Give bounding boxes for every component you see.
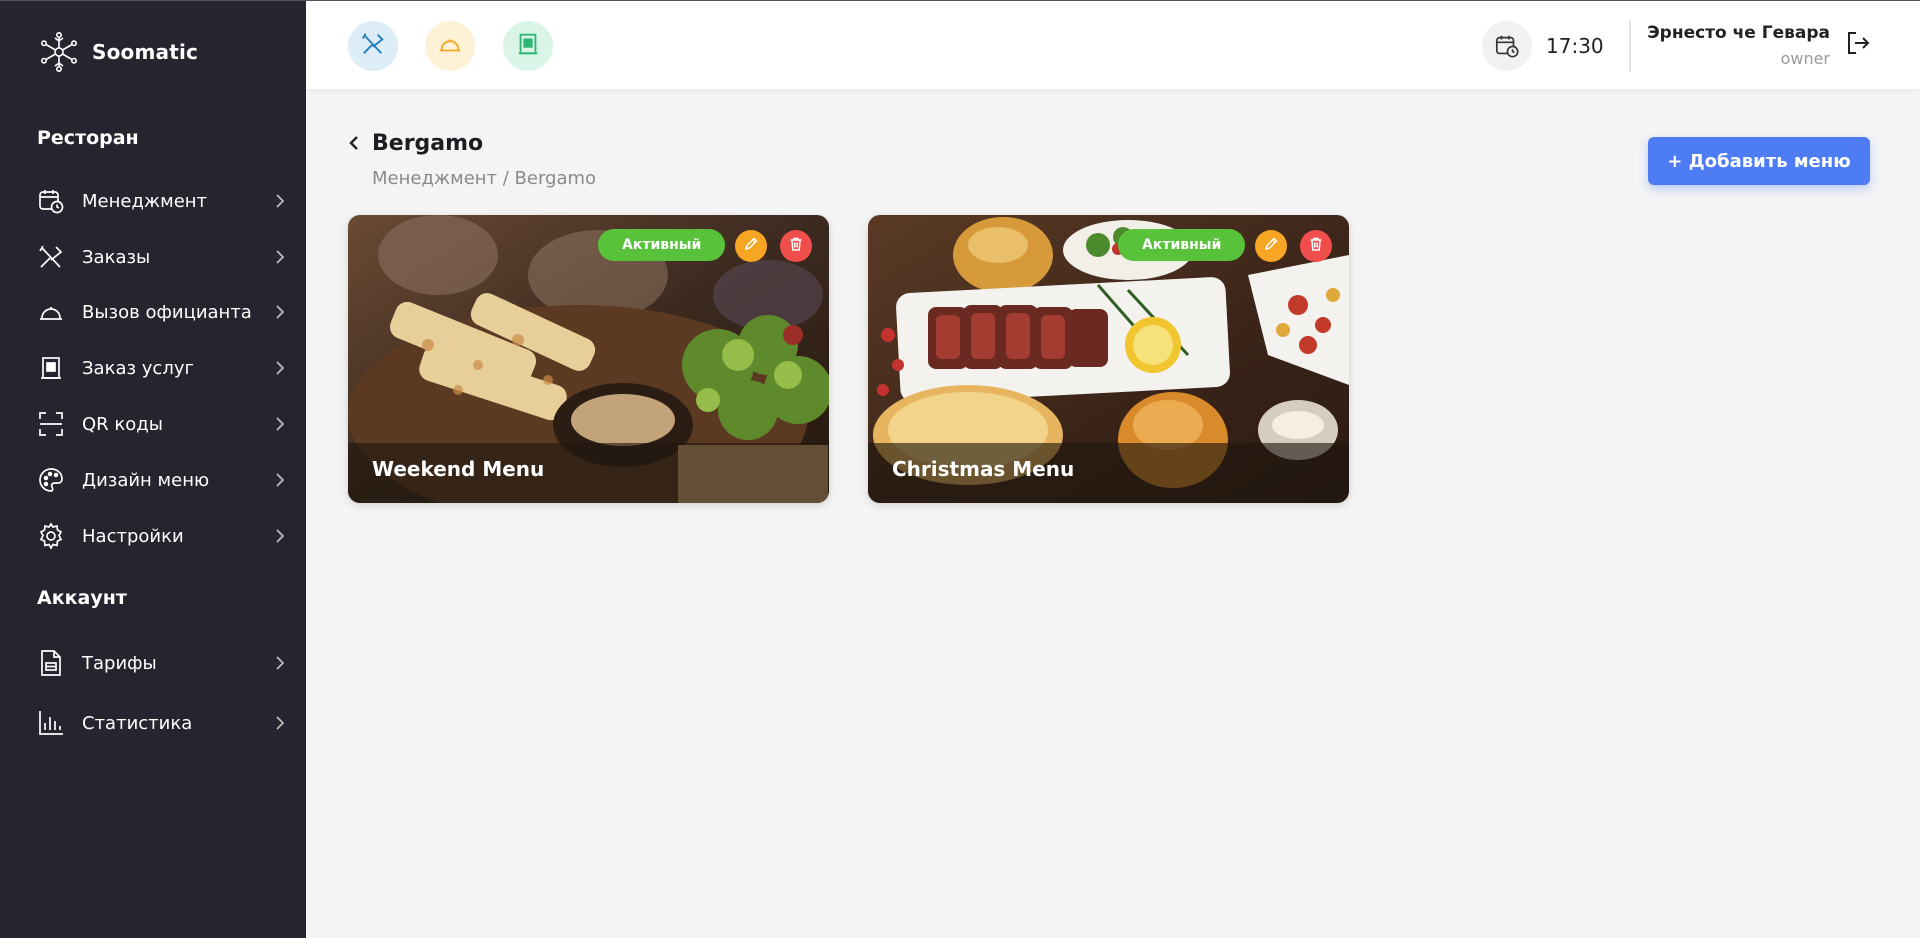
calendar-clock-icon: [1482, 21, 1532, 71]
section-title-account: Аккаунт: [37, 587, 127, 609]
brand[interactable]: Soomatic: [36, 29, 198, 75]
fork-knife-icon: [360, 31, 386, 61]
sidebar-item-label: Заказы: [82, 246, 151, 268]
quick-service-button[interactable]: [503, 21, 553, 71]
sidebar-item-label: Настройки: [82, 525, 184, 547]
sidebar-item-tariffs[interactable]: Тарифы: [36, 641, 286, 685]
service-icon: [515, 31, 541, 61]
clock: 17:30: [1482, 21, 1604, 71]
cloche-icon: [36, 297, 66, 327]
sidebar-item-statistics[interactable]: Статистика: [36, 701, 286, 745]
chevron-right-icon: [272, 194, 286, 208]
sidebar-item-management[interactable]: Менеджмент: [36, 179, 286, 223]
brand-name: Soomatic: [92, 40, 199, 64]
cloche-icon: [437, 31, 463, 61]
chevron-right-icon: [272, 529, 286, 543]
calendar-clock-icon: [36, 186, 66, 216]
palette-icon: [36, 465, 66, 495]
breadcrumb-parent-link[interactable]: Менеджмент: [372, 168, 497, 189]
chevron-right-icon: [272, 250, 286, 264]
sidebar-item-service-order[interactable]: Заказ услуг: [36, 346, 286, 390]
header-divider: [1629, 20, 1631, 72]
delete-button[interactable]: [780, 230, 812, 262]
quick-waiter-call-button[interactable]: [425, 21, 475, 71]
user-role: owner: [1780, 49, 1830, 68]
sidebar-item-label: Вызов официанта: [82, 301, 252, 323]
top-header: 17:30 Эрнесто че Гевара owner: [306, 0, 1920, 89]
breadcrumb-separator: /: [497, 168, 515, 189]
page-title: Bergamo: [372, 131, 484, 156]
sidebar-item-waiter-call[interactable]: Вызов официанта: [36, 290, 286, 334]
logout-button[interactable]: [1842, 29, 1874, 61]
chevron-right-icon: [272, 417, 286, 431]
quick-orders-button[interactable]: [348, 21, 398, 71]
trash-icon: [1308, 236, 1324, 256]
clock-time: 17:30: [1546, 34, 1604, 58]
pencil-icon: [743, 236, 759, 256]
breadcrumb-current: Bergamo: [514, 168, 597, 189]
menu-card-christmas[interactable]: Christmas Menu Активный: [868, 215, 1349, 503]
qr-scan-icon: [36, 409, 66, 439]
chevron-right-icon: [272, 716, 286, 730]
sidebar-item-orders[interactable]: Заказы: [36, 235, 286, 279]
gear-icon: [36, 521, 66, 551]
add-menu-button[interactable]: + Добавить меню: [1648, 137, 1870, 185]
sidebar-item-label: Дизайн меню: [82, 469, 210, 491]
snowflake-logo-icon: [41, 31, 77, 72]
breadcrumb: Менеджмент / Bergamo: [372, 168, 596, 189]
sidebar-item-qr-codes[interactable]: QR коды: [36, 402, 286, 446]
sidebar-item-label: Тарифы: [82, 652, 157, 674]
fork-knife-icon: [36, 242, 66, 272]
sidebar-item-label: Менеджмент: [82, 190, 208, 212]
bar-chart-icon: [36, 708, 66, 738]
back-button[interactable]: [344, 133, 364, 157]
chevron-right-icon: [272, 305, 286, 319]
sidebar-item-label: QR коды: [82, 413, 163, 435]
section-title-restaurant: Ресторан: [37, 127, 139, 149]
sidebar: Soomatic Ресторан Менеджмент Заказы Вызо…: [0, 0, 306, 938]
document-icon: [36, 648, 66, 678]
delete-button[interactable]: [1300, 230, 1332, 262]
chevron-left-icon: [349, 135, 359, 155]
logout-icon: [1845, 30, 1871, 60]
sidebar-item-label: Заказ услуг: [82, 357, 194, 379]
menu-name: Weekend Menu: [372, 457, 545, 481]
edit-button[interactable]: [735, 230, 767, 262]
user-name: Эрнесто че Гевара: [1647, 23, 1830, 43]
sidebar-item-label: Статистика: [82, 712, 193, 734]
chevron-right-icon: [272, 473, 286, 487]
chevron-right-icon: [272, 656, 286, 670]
status-badge: Активный: [1118, 229, 1246, 261]
service-icon: [36, 353, 66, 383]
status-badge: Активный: [598, 229, 726, 261]
pencil-icon: [1263, 236, 1279, 256]
menu-card-weekend[interactable]: Weekend Menu Активный: [348, 215, 829, 503]
sidebar-item-settings[interactable]: Настройки: [36, 514, 286, 558]
sidebar-item-menu-design[interactable]: Дизайн меню: [36, 458, 286, 502]
menu-name: Christmas Menu: [892, 457, 1075, 481]
trash-icon: [788, 236, 804, 256]
edit-button[interactable]: [1255, 230, 1287, 262]
chevron-right-icon: [272, 361, 286, 375]
